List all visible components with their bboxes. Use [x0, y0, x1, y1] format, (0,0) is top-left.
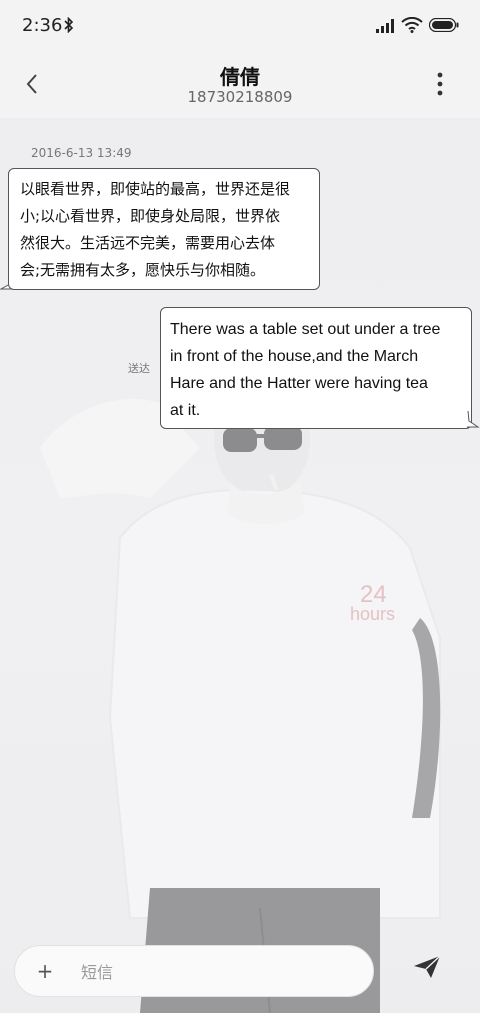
message-bubble-incoming[interactable]: 以眼看世界，即使站的最高，世界还是很 小;以心看世界，即使身处局限，世界依 然很…: [8, 168, 320, 290]
add-attachment-button[interactable]: +: [35, 956, 55, 986]
message-line: 以眼看世界，即使站的最高，世界还是很: [20, 180, 291, 198]
status-time: 2:36: [22, 15, 63, 36]
compose-bar: +: [0, 930, 480, 1013]
conversation-header: 倩倩 18730218809: [0, 52, 480, 118]
message-line: 小;以心看世界，即使身处局限，世界依: [20, 207, 281, 225]
more-options-button[interactable]: [424, 66, 456, 102]
message-line: at it.: [170, 402, 201, 419]
send-button[interactable]: [404, 944, 450, 990]
contact-name: 倩倩: [220, 65, 260, 89]
bluetooth-icon: [64, 17, 74, 33]
wifi-icon: [401, 17, 423, 33]
compose-field-container[interactable]: +: [14, 945, 374, 997]
message-line: 然很大。生活远不完美，需要用心去体: [20, 234, 276, 252]
delivery-status: 送达: [128, 362, 150, 375]
message-bubble-outgoing[interactable]: There was a table set out under a tree i…: [160, 307, 472, 429]
message-timestamp: 2016-6-13 13:49: [31, 146, 132, 160]
message-line: 会;无需拥有太多，愿快乐与你相随。: [20, 261, 266, 279]
message-line: in front of the house,and the March: [170, 348, 419, 365]
message-line: Hare and the Hatter were having tea: [170, 375, 428, 392]
signal-icon: [376, 19, 394, 33]
battery-icon: [429, 18, 459, 32]
outgoing-bubble-tail: [467, 411, 480, 428]
status-bar: 2:36: [0, 0, 480, 52]
more-vertical-icon: [437, 72, 443, 96]
send-icon: [414, 955, 441, 978]
message-line: There was a table set out under a tree: [170, 321, 441, 338]
contact-number: 18730218809: [187, 88, 293, 106]
message-input[interactable]: [79, 956, 353, 988]
